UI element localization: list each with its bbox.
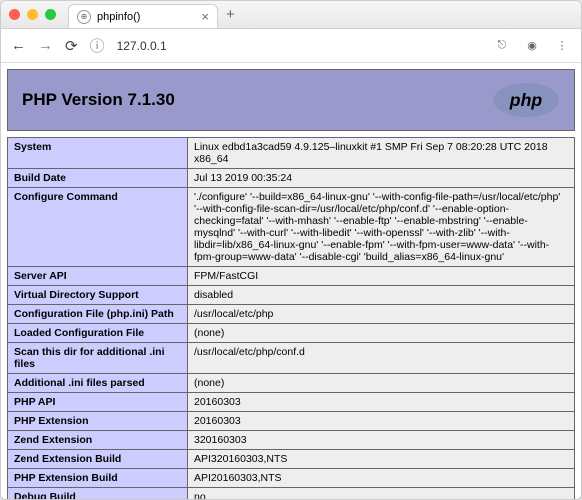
config-key: Zend Extension bbox=[8, 431, 188, 450]
phpinfo-table: SystemLinux edbd1a3cad59 4.9.125–linuxki… bbox=[7, 137, 575, 499]
reload-button[interactable]: ⟳ bbox=[65, 37, 78, 55]
config-key: Additional .ini files parsed bbox=[8, 374, 188, 393]
table-row: Configure Command'./configure' '--build=… bbox=[8, 188, 575, 267]
minimize-window-button[interactable] bbox=[27, 9, 38, 20]
config-key: Configuration File (php.ini) Path bbox=[8, 305, 188, 324]
svg-text:php: php bbox=[509, 90, 543, 110]
config-value: 20160303 bbox=[188, 412, 575, 431]
config-value: (none) bbox=[188, 324, 575, 343]
config-value: Jul 13 2019 00:35:24 bbox=[188, 169, 575, 188]
php-logo-icon: php bbox=[492, 82, 560, 118]
info-icon[interactable]: ⓘ bbox=[90, 35, 105, 56]
config-key: System bbox=[8, 138, 188, 169]
config-key: Virtual Directory Support bbox=[8, 286, 188, 305]
config-key: PHP Extension Build bbox=[8, 469, 188, 488]
config-value: /usr/local/etc/php bbox=[188, 305, 575, 324]
table-row: SystemLinux edbd1a3cad59 4.9.125–linuxki… bbox=[8, 138, 575, 169]
close-window-button[interactable] bbox=[9, 9, 20, 20]
config-key: PHP API bbox=[8, 393, 188, 412]
table-row: PHP Extension BuildAPI20160303,NTS bbox=[8, 469, 575, 488]
globe-icon: ⊕ bbox=[77, 10, 91, 24]
config-value: disabled bbox=[188, 286, 575, 305]
table-row: Configuration File (php.ini) Path/usr/lo… bbox=[8, 305, 575, 324]
maximize-window-button[interactable] bbox=[45, 9, 56, 20]
table-row: Server APIFPM/FastCGI bbox=[8, 267, 575, 286]
table-row: Additional .ini files parsed(none) bbox=[8, 374, 575, 393]
address-bar[interactable]: 127.0.0.1 bbox=[117, 39, 481, 53]
traffic-lights bbox=[9, 9, 56, 20]
table-row: Virtual Directory Supportdisabled bbox=[8, 286, 575, 305]
php-version-title: PHP Version 7.1.30 bbox=[22, 90, 175, 110]
table-row: Scan this dir for additional .ini files/… bbox=[8, 343, 575, 374]
config-value: Linux edbd1a3cad59 4.9.125–linuxkit #1 S… bbox=[188, 138, 575, 169]
config-key: Build Date bbox=[8, 169, 188, 188]
window-titlebar: ⊕ phpinfo() × + bbox=[1, 1, 581, 29]
config-value: API320160303,NTS bbox=[188, 450, 575, 469]
browser-tab[interactable]: ⊕ phpinfo() × bbox=[68, 4, 218, 28]
translate-icon[interactable]: ⎋ bbox=[493, 37, 511, 55]
table-row: PHP API20160303 bbox=[8, 393, 575, 412]
menu-icon[interactable]: ⋮ bbox=[553, 37, 571, 55]
config-value: (none) bbox=[188, 374, 575, 393]
table-row: Build DateJul 13 2019 00:35:24 bbox=[8, 169, 575, 188]
new-tab-button[interactable]: + bbox=[226, 6, 235, 23]
forward-button[interactable]: → bbox=[38, 37, 53, 54]
config-key: Server API bbox=[8, 267, 188, 286]
config-key: Debug Build bbox=[8, 488, 188, 500]
table-row: PHP Extension20160303 bbox=[8, 412, 575, 431]
page-content[interactable]: PHP Version 7.1.30 php SystemLinux edbd1… bbox=[1, 63, 581, 499]
table-row: Zend Extension BuildAPI320160303,NTS bbox=[8, 450, 575, 469]
config-value: /usr/local/etc/php/conf.d bbox=[188, 343, 575, 374]
phpinfo-header: PHP Version 7.1.30 php bbox=[7, 69, 575, 131]
table-row: Debug Buildno bbox=[8, 488, 575, 500]
browser-toolbar: ← → ⟳ ⓘ 127.0.0.1 ⎋ ◉ ⋮ bbox=[1, 29, 581, 63]
config-key: PHP Extension bbox=[8, 412, 188, 431]
config-key: Zend Extension Build bbox=[8, 450, 188, 469]
back-button[interactable]: ← bbox=[11, 37, 26, 54]
config-value: API20160303,NTS bbox=[188, 469, 575, 488]
config-value: './configure' '--build=x86_64-linux-gnu'… bbox=[188, 188, 575, 267]
table-row: Zend Extension320160303 bbox=[8, 431, 575, 450]
table-row: Loaded Configuration File(none) bbox=[8, 324, 575, 343]
config-value: 320160303 bbox=[188, 431, 575, 450]
config-key: Scan this dir for additional .ini files bbox=[8, 343, 188, 374]
tab-title: phpinfo() bbox=[97, 11, 140, 23]
config-key: Configure Command bbox=[8, 188, 188, 267]
config-value: 20160303 bbox=[188, 393, 575, 412]
profile-icon[interactable]: ◉ bbox=[523, 37, 541, 55]
config-value: FPM/FastCGI bbox=[188, 267, 575, 286]
config-key: Loaded Configuration File bbox=[8, 324, 188, 343]
close-tab-icon[interactable]: × bbox=[201, 9, 209, 24]
config-value: no bbox=[188, 488, 575, 500]
